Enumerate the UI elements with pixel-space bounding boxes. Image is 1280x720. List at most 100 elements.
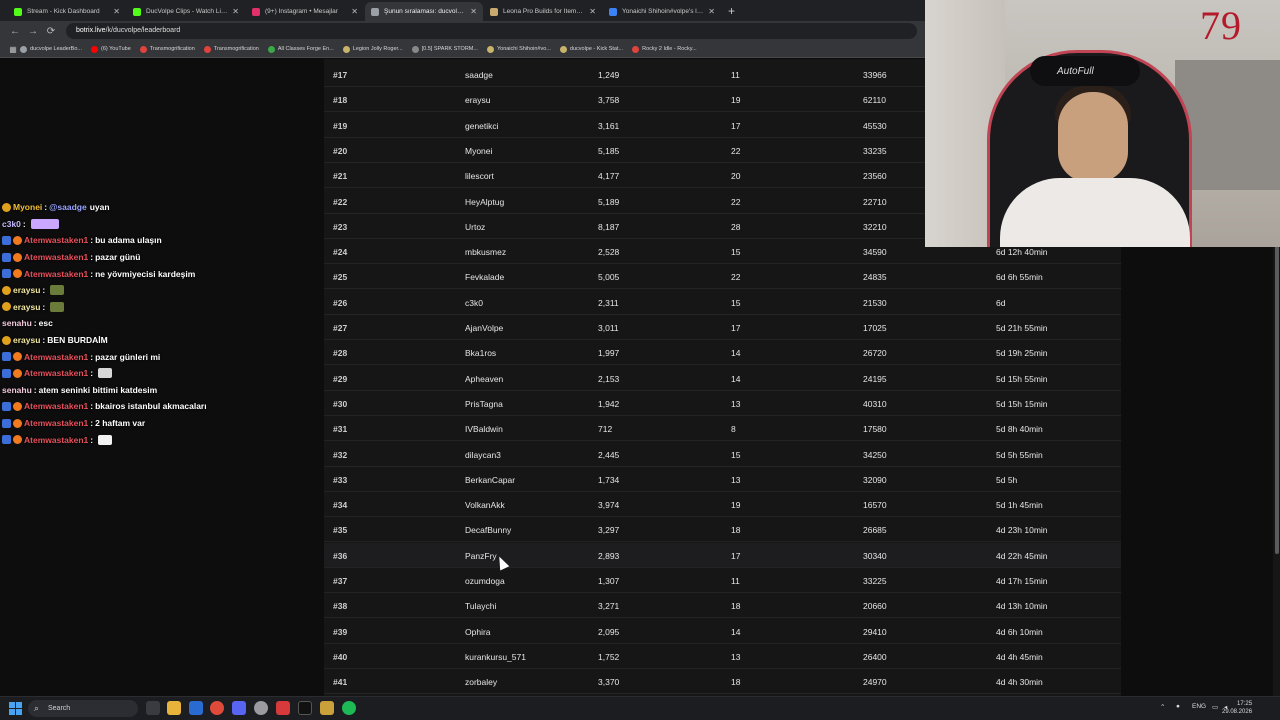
chat-username[interactable]: Atemwastaken1 [24, 252, 88, 262]
chat-username[interactable]: eraysu [13, 285, 40, 295]
bookmark-item[interactable]: Transmogrification [139, 45, 195, 53]
tab-close-icon[interactable]: ✕ [470, 7, 477, 16]
chrome-icon[interactable] [210, 701, 224, 715]
bookmark-item[interactable]: (6) YouTube [90, 45, 131, 53]
browser-tab[interactable]: Stream - Kick Dashboard ✕ [8, 2, 126, 21]
chat-username[interactable]: Atemwastaken1 [24, 235, 88, 245]
subscriber-badge-icon [2, 368, 11, 378]
cell-v2: 18 [731, 677, 741, 688]
table-row[interactable]: #41 zorbaley 3,370 18 24970 4d 4h 30min [324, 669, 1121, 695]
bookmark-item[interactable]: ducvolpe - Kick Stat... [559, 45, 623, 53]
task-view-icon[interactable] [146, 701, 160, 715]
tab-close-icon[interactable]: ✕ [232, 7, 239, 16]
cell-time: 4d 17h 15min [996, 576, 1048, 586]
bookmark-item[interactable]: [0.5] SPARK STORM... [411, 45, 478, 53]
table-row[interactable]: #30 PrisTagna 1,942 13 40310 5d 15h 15min [324, 391, 1121, 416]
cell-name: saadge [465, 70, 493, 80]
browser-tab[interactable]: Yonaichi Shihoin#volpe's live ga✕ [603, 2, 721, 21]
file-explorer-icon[interactable] [167, 701, 181, 715]
table-row[interactable]: #27 AjanVolpe 3,011 17 17025 5d 21h 55min [324, 315, 1121, 340]
chat-username[interactable]: eraysu [13, 335, 40, 345]
tab-label: Yonaichi Shihoin#volpe's live ga [622, 8, 705, 15]
browser-tab[interactable]: (9+) Instagram • Mesajlar ✕ [246, 2, 364, 21]
browser-tab[interactable]: DucVolpe Clips - Watch Live on Kick ✕ [127, 2, 245, 21]
cell-v1: 1,997 [598, 348, 620, 359]
steam-icon[interactable] [189, 701, 203, 715]
tray-language[interactable]: ENG [1192, 703, 1206, 710]
microphone-icon[interactable]: ● [1176, 703, 1180, 710]
chat-username[interactable]: Atemwastaken1 [24, 435, 88, 445]
tab-close-icon[interactable]: ✕ [708, 7, 715, 16]
browser-tab[interactable]: Leona Pro Builds for Items, Run ✕ [484, 2, 602, 21]
bookmark-item[interactable]: ducvolpe LeaderBo... [20, 45, 82, 53]
network-icon[interactable]: ▭ [1212, 703, 1218, 711]
chat-username[interactable]: Atemwastaken1 [24, 269, 88, 279]
chat-username[interactable]: c3k0 [2, 219, 21, 229]
cell-v3: 26400 [863, 651, 887, 662]
cell-name: Myonei [465, 145, 493, 156]
bookmark-item[interactable]: Transmogrification [203, 45, 259, 53]
table-row[interactable]: #29 Apheaven 2,153 14 24195 5d 15h 55min [324, 366, 1121, 391]
table-row[interactable]: #33 BerkanCapar 1,734 13 32090 5d 5h [324, 467, 1121, 492]
bookmark-item[interactable]: Rocky 2 Idle - Rocky... [632, 45, 697, 53]
back-icon[interactable]: ← [6, 26, 24, 37]
app-icon[interactable] [320, 701, 334, 715]
new-tab-button[interactable]: + [722, 2, 741, 21]
cell-rank: #34 [333, 500, 348, 511]
settings-app-icon[interactable] [254, 701, 268, 715]
cell-v3: 62110 [863, 95, 887, 106]
tab-label: (9+) Instagram • Mesajlar [265, 8, 338, 15]
tray-chevron-icon[interactable]: ⌃ [1160, 703, 1165, 711]
bookmark-item[interactable]: Legion Jolly Roger... [342, 45, 403, 53]
tab-close-icon[interactable]: ✕ [351, 7, 358, 16]
tab-close-icon[interactable]: ✕ [113, 7, 120, 16]
chat-separator: : [90, 418, 94, 429]
table-row[interactable]: #34 VolkanAkk 3,974 19 16570 5d 1h 45min [324, 492, 1121, 518]
chat-separator: : [42, 285, 46, 296]
table-row[interactable]: #31 IVBaldwin 712 8 17580 5d 8h 40min [324, 416, 1121, 442]
media-app-icon[interactable] [276, 701, 290, 715]
bookmark-item[interactable]: All Classes Forge En... [267, 45, 334, 53]
chat-username[interactable]: senahu [2, 385, 32, 395]
chat-username[interactable]: Myonei [13, 202, 42, 212]
discord-icon[interactable] [232, 701, 246, 715]
cell-rank: #23 [333, 221, 348, 232]
chat-username[interactable]: Atemwastaken1 [24, 401, 88, 411]
bookmark-item[interactable]: Yonaichi Shihoin#vo... [486, 45, 551, 53]
tiktok-icon[interactable] [298, 701, 312, 715]
apps-grid-icon[interactable]: ▦ [6, 45, 20, 54]
table-row[interactable]: #26 c3k0 2,311 15 21530 6d [324, 290, 1121, 315]
chat-emote-icon [50, 301, 65, 312]
chat-text: pazar günü [95, 252, 141, 263]
table-row[interactable]: #35 DecafBunny 3,297 18 26685 4d 23h 10min [324, 517, 1121, 543]
table-row[interactable]: #38 Tulaychi 3,271 18 20660 4d 13h 10min [324, 593, 1121, 619]
bookmark-label: Legion Jolly Roger... [352, 46, 403, 52]
bookmark-label: (6) YouTube [100, 46, 131, 52]
table-row[interactable]: #28 Bka1ros 1,997 14 26720 5d 19h 25min [324, 340, 1121, 366]
table-row[interactable]: #25 Fevkalade 5,005 22 24835 6d 6h 55min [324, 264, 1121, 290]
reload-icon[interactable]: ⟳ [42, 26, 60, 37]
cell-name: HeyAlptug [465, 196, 505, 207]
cell-v1: 3,271 [598, 601, 620, 612]
chat-separator: : [90, 351, 94, 362]
tab-close-icon[interactable]: ✕ [589, 7, 596, 16]
forward-icon[interactable]: → [24, 26, 42, 37]
url-input[interactable]: botrix.live/k/ducvolpe/leaderboard [66, 23, 917, 39]
table-row[interactable]: #32 dilaycan3 2,445 15 34250 5d 5h 55min [324, 442, 1121, 467]
table-row[interactable]: #39 Ophira 2,095 14 29410 4d 6h 10min [324, 619, 1121, 644]
chat-username[interactable]: Atemwastaken1 [24, 352, 88, 362]
taskbar-search[interactable]: ⌕ Search [28, 700, 138, 717]
table-row[interactable]: #40 kurankursu_571 1,752 13 26400 4d 4h 45min [324, 644, 1121, 669]
spotify-icon[interactable] [342, 701, 356, 715]
windows-start-icon[interactable] [9, 702, 22, 715]
bookmark-favicon-icon [559, 45, 567, 53]
bookmark-favicon-icon [139, 45, 147, 53]
system-clock[interactable]: 17:25 29.08.2026 [1222, 700, 1252, 716]
chat-username[interactable]: senahu [2, 318, 32, 328]
browser-tab[interactable]: Şunun sıralaması: ducvolpe | Yo ✕ [365, 2, 483, 21]
chat-username[interactable]: eraysu [13, 302, 40, 312]
chat-username[interactable]: Atemwastaken1 [24, 418, 88, 428]
chat-username[interactable]: Atemwastaken1 [24, 368, 88, 378]
table-row[interactable]: #36 PanzFry 2,893 17 30340 4d 22h 45min [324, 542, 1121, 568]
table-row[interactable]: #37 ozumdoga 1,307 11 33225 4d 17h 15min [324, 568, 1121, 593]
